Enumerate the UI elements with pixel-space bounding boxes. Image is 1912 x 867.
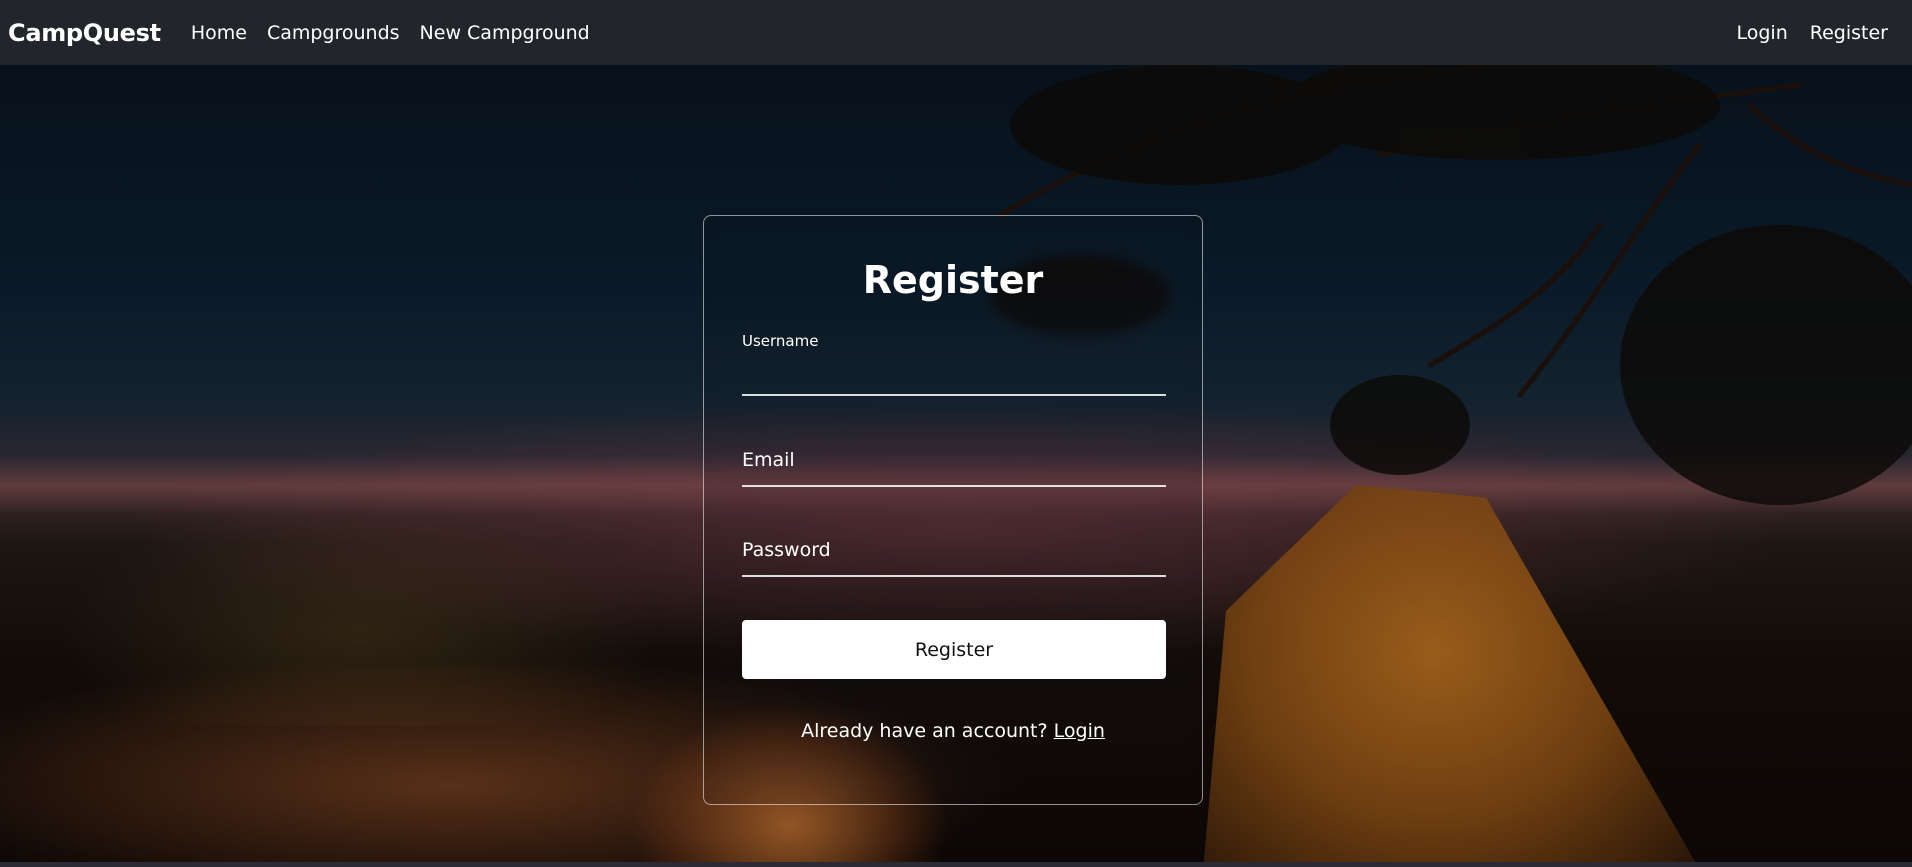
nav-campgrounds-link[interactable]: Campgrounds [267, 22, 400, 44]
username-label: Username [742, 332, 819, 350]
bottom-strip [0, 862, 1912, 867]
register-card: Register Username Register Already have … [703, 215, 1203, 805]
nav-register-link[interactable]: Register [1810, 22, 1888, 44]
nav-login-link[interactable]: Login [1737, 22, 1788, 44]
password-input[interactable] [742, 539, 1166, 567]
login-prompt: Already have an account? Login [704, 720, 1202, 742]
password-field-wrapper [742, 539, 1166, 577]
login-prompt-text: Already have an account? [801, 720, 1048, 742]
register-title: Register [862, 258, 1044, 302]
top-navbar: CampQuest Home Campgrounds New Campgroun… [0, 0, 1912, 65]
brand-logo[interactable]: CampQuest [8, 19, 161, 47]
nav-new-campground-link[interactable]: New Campground [420, 22, 590, 44]
username-field-wrapper [742, 366, 1166, 396]
username-input[interactable] [742, 366, 1166, 394]
email-field-wrapper [742, 449, 1166, 487]
email-input[interactable] [742, 449, 1166, 477]
nav-home-link[interactable]: Home [191, 22, 247, 44]
nav-links: Home Campgrounds New Campground [191, 22, 590, 44]
login-link[interactable]: Login [1054, 720, 1105, 742]
register-submit-button[interactable]: Register [742, 620, 1166, 679]
auth-links: Login Register [1737, 22, 1889, 44]
